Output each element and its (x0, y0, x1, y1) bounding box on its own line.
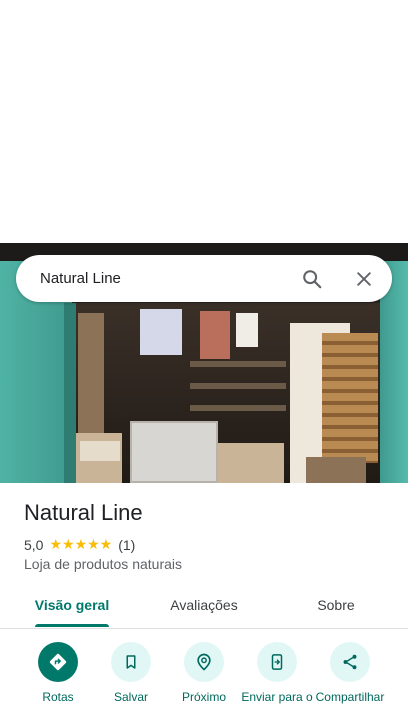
product-box (306, 457, 366, 483)
hanging-products (322, 333, 378, 463)
tab-bar: Visão geral Avaliações Sobre (0, 584, 408, 629)
send-to-phone-button[interactable]: Enviar para o (239, 642, 315, 705)
save-button[interactable]: Salvar (93, 642, 169, 705)
product-box (218, 443, 284, 483)
close-icon[interactable] (344, 259, 384, 299)
review-count[interactable]: (1) (118, 537, 135, 553)
directions-label: Rotas (42, 690, 74, 704)
store-poster (140, 309, 182, 355)
store-poster (236, 313, 258, 347)
store-pillar (64, 303, 76, 483)
save-label: Salvar (113, 690, 148, 704)
store-poster (200, 311, 230, 359)
place-category: Loja de produtos naturais (24, 556, 182, 572)
share-button[interactable]: Compartilhar (312, 642, 388, 705)
tab-reviews[interactable]: Avaliações (154, 584, 254, 628)
active-tab-indicator (35, 624, 109, 627)
store-shelf (190, 361, 286, 367)
store-shelf (190, 383, 286, 389)
share-icon (330, 642, 370, 682)
nearby-button[interactable]: Próximo (166, 642, 242, 705)
store-counter (130, 421, 218, 483)
search-icon[interactable] (292, 259, 332, 299)
place-page: Natural Line Natural Line 5,0 ★★★★★ (1) … (0, 0, 408, 726)
rating-value: 5,0 (24, 536, 44, 553)
nearby-label: Próximo (181, 690, 226, 704)
map-area[interactable] (0, 0, 408, 243)
rating-row[interactable]: 5,0 ★★★★★ (1) (24, 536, 135, 553)
place-title: Natural Line (24, 500, 143, 525)
product-box (80, 441, 120, 461)
star-icons: ★★★★★ (49, 536, 113, 552)
share-label: Compartilhar (315, 690, 385, 704)
tab-about[interactable]: Sobre (290, 584, 382, 628)
directions-icon (38, 642, 78, 682)
nearby-icon (184, 642, 224, 682)
send-to-phone-label: Enviar para o (241, 690, 313, 704)
send-to-phone-icon (257, 642, 297, 682)
action-row: Rotas Salvar Próximo Enviar para o Compa… (0, 642, 408, 726)
search-bar[interactable]: Natural Line (16, 255, 392, 302)
product-stack (78, 313, 104, 433)
tab-overview[interactable]: Visão geral (22, 584, 122, 628)
store-shelf (190, 405, 286, 411)
directions-button[interactable]: Rotas (20, 642, 96, 705)
bookmark-icon (111, 642, 151, 682)
search-query[interactable]: Natural Line (40, 270, 292, 287)
